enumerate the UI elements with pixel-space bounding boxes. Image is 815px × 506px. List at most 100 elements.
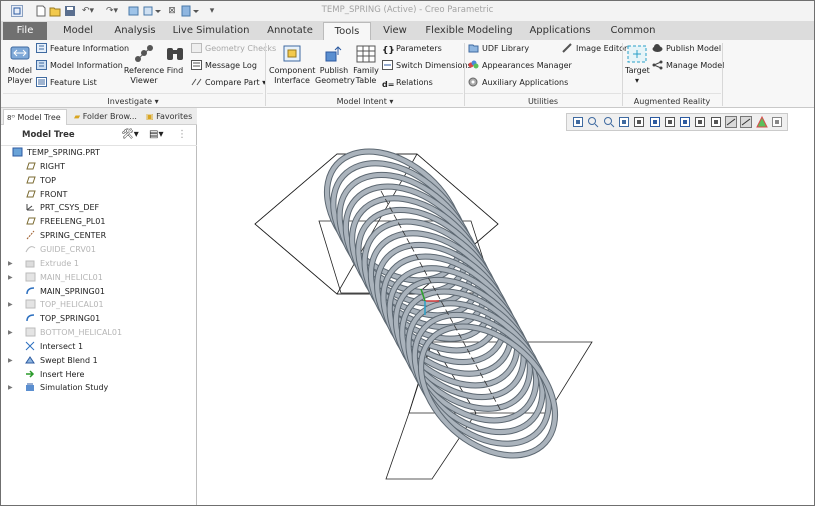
tree-node[interactable]: ▶ BOTTOM_HELICAL01 [8,326,122,339]
tree-node[interactable]: TOP [25,174,56,187]
tree-node[interactable]: SPRING_CENTER [25,229,106,242]
model-information-button[interactable]: Model Information [36,59,123,73]
model-information-label: Model Information [50,61,123,70]
tab-file[interactable]: File [3,22,47,40]
publish-model-button[interactable]: Publish Model [652,42,721,56]
compare-part-label: Compare Part [205,78,260,87]
tree-columns-icon[interactable]: ▤▾ [149,129,163,140]
tree-node[interactable]: TOP_SPRING01 [25,312,100,325]
spin-center-icon[interactable] [633,116,645,128]
image-editor-button[interactable]: Image Editor [562,42,627,56]
view-manager-icon[interactable] [694,116,706,128]
image-editor-label: Image Editor [576,44,628,53]
annotation-display-icon[interactable] [740,116,753,128]
switch-dimensions-button[interactable]: Switch Dimensions [382,59,472,73]
named-views-icon[interactable] [679,116,691,128]
tree-node-label: GUIDE_CRV01 [40,244,96,254]
tree-node[interactable]: GUIDE_CRV01 [25,243,96,256]
tree-node[interactable]: FRONT [25,188,67,201]
reference-viewer-label-2: Viewer [130,76,158,85]
section-icon[interactable] [771,116,783,128]
feature-list-button[interactable]: Feature List [36,76,97,90]
tree-node[interactable]: Intersect 1 [25,340,83,353]
tab-folder-browser[interactable]: ▰ Folder Brow... [71,109,139,125]
zoom-out-icon[interactable] [603,116,615,128]
tab-applications[interactable]: Applications [521,22,599,40]
model-player-button[interactable]: Model Player [5,42,35,86]
group-utilities: Utilities [465,93,621,108]
publish-geometry-icon [325,46,342,62]
expand-arrow-icon[interactable]: ▶ [8,257,16,270]
tab-favorites[interactable]: ▣ Favorites [143,109,195,125]
tab-tools[interactable]: Tools [323,22,371,41]
tree-node-label: RIGHT [40,161,66,171]
udf-library-button[interactable]: UDF Library [468,42,529,56]
datum-display-icon[interactable] [725,116,737,128]
tab-model[interactable]: Model [53,22,103,40]
expand-arrow-icon[interactable]: ▶ [8,381,16,394]
tab-view[interactable]: View [373,22,417,40]
datum-plane-icon [26,162,36,170]
group-investigate[interactable]: Investigate ▾ [3,93,263,108]
refit-icon[interactable] [572,116,584,128]
geometry-checks-button[interactable]: Geometry Checks [191,42,276,56]
tree-filter-icon[interactable]: ⋮ [177,129,187,140]
feature-information-button[interactable]: Feature Information [36,42,129,56]
tree-node[interactable]: ▶ MAIN_HELICL01 [8,271,103,284]
tree-node[interactable]: RIGHT [25,160,65,173]
auxiliary-applications-button[interactable]: Auxiliary Applications [468,76,568,90]
auxiliary-applications-icon [468,77,478,87]
family-table-button[interactable]: Family Table [353,42,379,86]
tab-model-tree[interactable]: 8ᴼ Model Tree [3,109,67,125]
tree-node[interactable]: MAIN_SPRING01 [25,285,105,298]
target-button[interactable]: Target ▾ [625,42,650,86]
expand-arrow-icon[interactable]: ▶ [8,271,16,284]
tab-annotate[interactable]: Annotate [259,22,321,40]
manage-model-button[interactable]: Manage Model [652,59,724,73]
relations-button[interactable]: d= Relations [382,76,433,90]
reference-viewer-button[interactable]: Reference Viewer [123,42,165,86]
compare-part-button[interactable]: Compare Part ▾ [191,76,266,90]
group-model-intent[interactable]: Model Intent ▾ [267,93,463,108]
appearances-manager-button[interactable]: Appearances Manager [468,59,572,73]
tree-settings-icon[interactable]: 🛠▾ [121,129,139,140]
message-log-button[interactable]: Message Log [191,59,257,73]
tree-node[interactable]: FREELENG_PL01 [25,215,105,228]
tree-node[interactable]: ▶ TOP_HELICAL01 [8,298,104,311]
tab-common[interactable]: Common [603,22,663,40]
publish-geometry-button[interactable]: Publish Geometry [315,42,355,86]
graphics-window[interactable] [198,108,814,505]
component-interface-button[interactable]: Component Interface [269,42,315,86]
zoom-in-icon[interactable] [587,116,599,128]
tab-analysis[interactable]: Analysis [107,22,163,40]
message-log-label: Message Log [205,61,257,70]
parameters-label: Parameters [396,44,442,53]
tree-node-label: Swept Blend 1 [40,355,98,365]
family-table-icon [356,45,376,63]
group-model-intent-dropdown-icon: ▾ [389,97,394,106]
tab-flexible-modeling[interactable]: Flexible Modeling [421,22,517,40]
axis-icon [26,230,35,240]
publish-geometry-label-2: Geometry [315,76,355,85]
spring-model[interactable] [198,108,814,505]
tree-node[interactable]: TEMP_SPRING.PRT [12,146,100,159]
expand-arrow-icon[interactable]: ▶ [8,354,16,367]
saved-orientations-icon[interactable] [664,116,676,128]
reference-viewer-label-1: Reference [123,66,165,75]
tab-live-simulation[interactable]: Live Simulation [167,22,255,40]
perspective-icon[interactable] [710,116,722,128]
sweep-icon [26,286,35,294]
tree-node[interactable]: Insert Here [25,368,84,381]
display-style-icon[interactable] [649,116,661,128]
repaint-icon[interactable] [618,116,630,128]
tree-node[interactable]: ▶ Simulation Study [8,381,108,394]
expand-arrow-icon[interactable]: ▶ [8,298,16,311]
tree-node[interactable]: ▶ Extrude 1 [8,257,79,270]
find-button[interactable]: Find [164,42,186,76]
parameters-button[interactable]: {}Parameters [382,42,442,56]
expand-arrow-icon[interactable]: ▶ [8,326,16,339]
tree-node[interactable]: PRT_CSYS_DEF [25,201,99,214]
tree-node-label: Intersect 1 [40,341,84,351]
appearance-icon[interactable] [755,116,768,128]
tree-node[interactable]: ▶ Swept Blend 1 [8,354,98,367]
